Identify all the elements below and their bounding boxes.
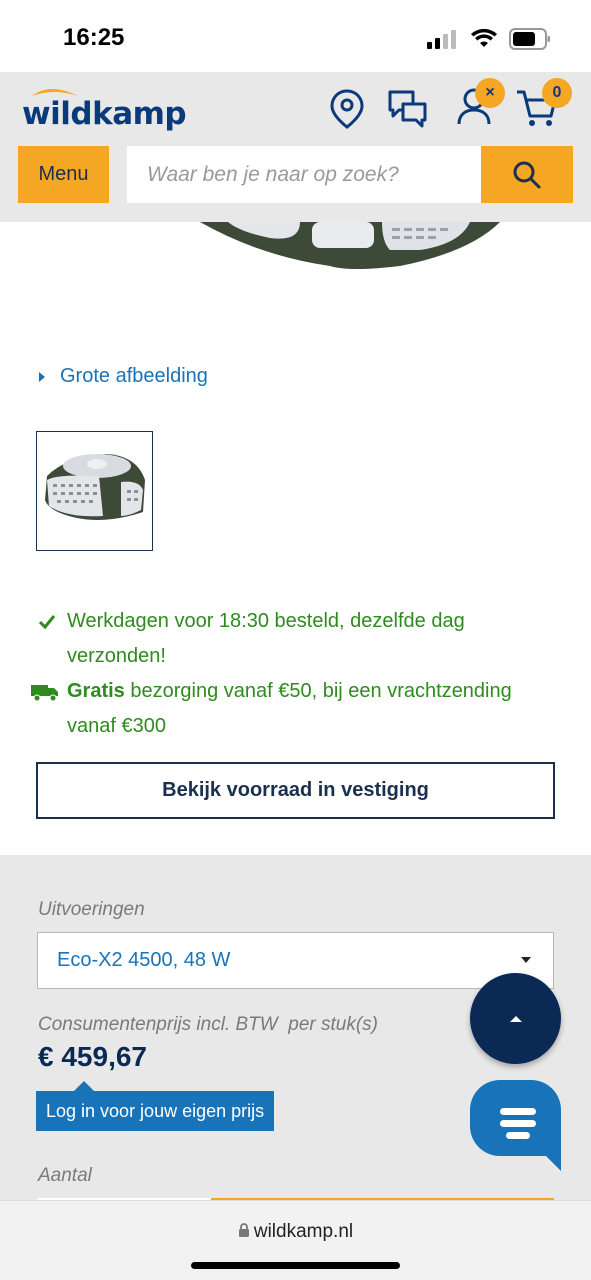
menu-button[interactable]: Menu bbox=[18, 146, 109, 203]
account-badge[interactable]: × bbox=[475, 78, 505, 108]
cart-count-badge[interactable]: 0 bbox=[542, 78, 572, 108]
usp-line1-text: Werkdagen voor 18:30 besteld, dezelfde d… bbox=[67, 610, 465, 667]
home-indicator[interactable] bbox=[191, 1262, 400, 1269]
thumbnail-image bbox=[45, 454, 145, 520]
price-label: Consumentenprijs incl. BTW per stuk(s) bbox=[38, 1014, 378, 1035]
location-icon[interactable] bbox=[329, 88, 365, 130]
product-main-image[interactable] bbox=[0, 222, 591, 282]
check-icon bbox=[38, 615, 56, 630]
search-button[interactable] bbox=[481, 146, 573, 203]
quantity-label: Aantal bbox=[38, 1165, 92, 1186]
site-header: wildkamp × 0 Menu bbox=[0, 72, 591, 222]
url-text: wildkamp.nl bbox=[253, 1221, 354, 1242]
product-thumbnail[interactable] bbox=[36, 431, 153, 551]
lock-icon bbox=[238, 1223, 249, 1237]
big-image-label: Grote afbeelding bbox=[60, 365, 208, 387]
usp-shipping-same-day: Werkdagen voor 18:30 besteld, dezelfde d… bbox=[38, 604, 558, 674]
signal-icon bbox=[427, 30, 456, 49]
caret-right-icon bbox=[39, 371, 45, 382]
chat-bubbles-icon[interactable] bbox=[387, 88, 429, 128]
logo-text: wildkamp bbox=[22, 96, 187, 132]
wifi-icon bbox=[471, 29, 497, 47]
status-icons bbox=[427, 28, 551, 50]
status-bar: 16:25 bbox=[0, 0, 591, 72]
chat-icon bbox=[470, 1080, 561, 1171]
chevron-down-icon bbox=[521, 957, 531, 963]
caret-up-icon bbox=[509, 1015, 522, 1022]
big-image-link[interactable]: Grote afbeelding bbox=[38, 365, 208, 388]
usp-line2-text: bezorging vanaf €50, bij een vrachtzendi… bbox=[67, 680, 512, 737]
delivery-truck-icon bbox=[31, 685, 58, 702]
status-time: 16:25 bbox=[63, 24, 125, 51]
search-icon bbox=[513, 161, 541, 188]
variants-label: Uitvoeringen bbox=[38, 899, 145, 920]
search-input[interactable] bbox=[127, 146, 481, 203]
chat-widget-button[interactable] bbox=[470, 1080, 561, 1171]
battery-icon bbox=[509, 28, 550, 50]
scroll-to-top-button[interactable] bbox=[470, 973, 561, 1064]
login-for-price-button[interactable]: Log in voor jouw eigen prijs bbox=[36, 1081, 275, 1131]
wildkamp-logo[interactable]: wildkamp bbox=[22, 84, 187, 136]
variant-select[interactable]: Eco-X2 4500, 48 W bbox=[37, 932, 554, 989]
product-price: € 459,67 bbox=[38, 1041, 147, 1072]
product-image-graphic bbox=[200, 222, 500, 269]
check-store-stock-button[interactable]: Bekijk voorraad in vestiging bbox=[36, 762, 555, 819]
variant-selected-value: Eco-X2 4500, 48 W bbox=[57, 949, 231, 971]
url-display[interactable]: wildkamp.nl bbox=[0, 1221, 591, 1243]
usp-free-label: Gratis bbox=[67, 680, 125, 702]
usp-free-delivery: Gratis bezorging vanaf €50, bij een vrac… bbox=[31, 674, 558, 744]
browser-url-bar[interactable]: wildkamp.nl bbox=[0, 1200, 591, 1280]
